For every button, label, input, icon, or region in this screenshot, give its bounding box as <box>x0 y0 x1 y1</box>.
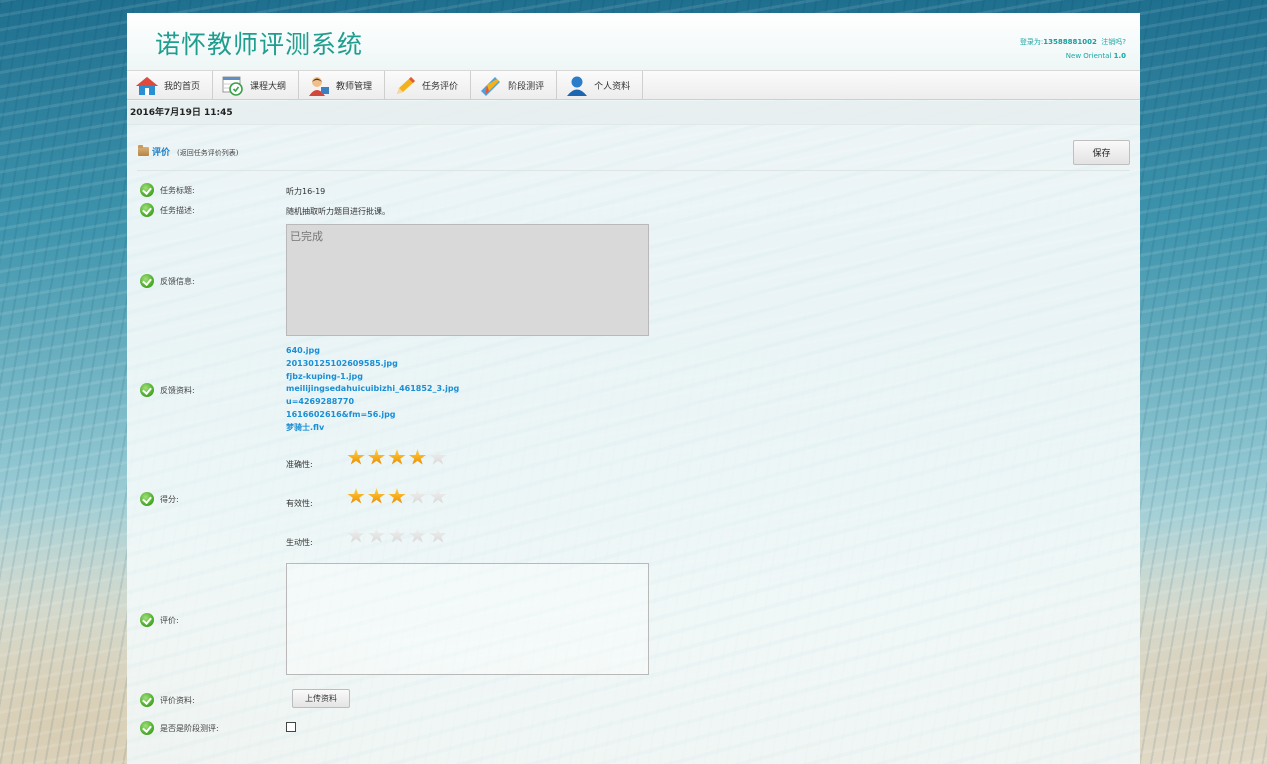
check-icon <box>140 183 154 197</box>
comment-label-row: 评价: <box>140 612 179 628</box>
folder-icon <box>138 145 149 156</box>
version: 1.0 <box>1113 52 1126 60</box>
save-button[interactable]: 保存 <box>1073 140 1130 165</box>
check-icon <box>140 203 154 217</box>
teacher-icon <box>307 75 331 97</box>
upload-button[interactable]: 上传资料 <box>292 689 350 708</box>
task-desc-value: 随机抽取听力题目进行批课。 <box>286 207 390 216</box>
score-label-row: 得分: <box>140 491 179 507</box>
file-link[interactable]: 640.jpg <box>286 345 459 358</box>
rating-vividness <box>347 527 450 544</box>
rating-label-vividness: 生动性: <box>286 538 313 547</box>
user-info: 登录为:13588881002 注销吗? New Oriental 1.0 <box>1020 35 1126 63</box>
star-icon[interactable] <box>408 449 427 465</box>
feedback-info-label-row: 反馈信息: <box>140 273 195 289</box>
rating-effectiveness <box>347 488 450 505</box>
feedback-info-textarea[interactable]: 已完成 <box>286 224 649 336</box>
rating-label-accuracy: 准确性: <box>286 460 313 469</box>
file-link[interactable]: meilijingsedahuicuibizhi_461852_3.jpg <box>286 383 459 396</box>
star-icon[interactable] <box>388 449 406 465</box>
nav-item-teachers[interactable]: 教师管理 <box>299 71 386 100</box>
comment-files-label: 评价资料: <box>160 695 195 705</box>
nav-item-profile[interactable]: 个人资料 <box>557 71 644 100</box>
is-stage-label-row: 是否是阶段测评: <box>140 720 219 736</box>
task-title-value: 听力16-19 <box>286 187 326 196</box>
file-link[interactable]: u=4269288770 <box>286 396 459 409</box>
feedback-files-label-row: 反馈资料: <box>140 382 195 398</box>
ruler-icon <box>479 75 503 97</box>
header: 诺怀教师评测系统 登录为:13588881002 注销吗? New Orient… <box>127 13 1140 70</box>
comment-files-label-row: 评价资料: <box>140 692 195 708</box>
date-bar: 2016年7月19日 11:45 <box>127 101 1140 125</box>
logout-link[interactable]: 注销吗? <box>1101 38 1126 46</box>
star-icon[interactable] <box>367 488 386 504</box>
nav-label: 课程大纲 <box>250 82 287 92</box>
star-icon[interactable] <box>347 527 365 543</box>
comment-textarea[interactable] <box>286 563 649 675</box>
star-icon[interactable] <box>408 488 427 504</box>
rating-accuracy <box>347 449 450 466</box>
home-icon <box>135 75 159 97</box>
feedback-info-label: 反馈信息: <box>160 276 195 286</box>
nav-label: 我的首页 <box>164 82 201 92</box>
check-icon <box>140 721 154 735</box>
comment-label: 评价: <box>160 615 179 625</box>
file-link[interactable]: fjbz-kuping-1.jpg <box>286 371 459 384</box>
file-link[interactable]: 20130125102609585.jpg <box>286 358 459 371</box>
pencil-icon <box>393 75 417 97</box>
login-prefix: 登录为: <box>1019 38 1044 46</box>
login-user: 13588881002 <box>1043 38 1097 46</box>
main-nav: 我的首页 课程大纲 教师管理 任务评价 阶段测评 个人资料 <box>127 70 1140 100</box>
calendar-icon <box>221 75 245 97</box>
score-label: 得分: <box>160 494 179 504</box>
nav-label: 教师管理 <box>336 82 373 92</box>
star-icon[interactable] <box>347 488 365 504</box>
star-icon[interactable] <box>367 527 386 543</box>
star-icon[interactable] <box>429 449 447 465</box>
task-desc-label-row: 任务描述: <box>140 202 195 218</box>
feedback-file-list: 640.jpg 20130125102609585.jpg fjbz-kupin… <box>286 345 459 435</box>
user-icon <box>565 75 589 97</box>
task-desc-label: 任务描述: <box>160 205 195 215</box>
check-icon <box>140 274 154 288</box>
nav-item-home[interactable]: 我的首页 <box>127 71 214 100</box>
brand-name: New Oriental <box>1065 52 1112 60</box>
nav-label: 任务评价 <box>422 82 459 92</box>
check-icon <box>140 492 154 506</box>
star-icon[interactable] <box>408 527 427 543</box>
nav-item-stage-evaluation[interactable]: 阶段测评 <box>471 71 558 100</box>
star-icon[interactable] <box>367 449 386 465</box>
task-title-label-row: 任务标题: <box>140 182 195 198</box>
section-title[interactable]: 评价 <box>152 145 170 158</box>
rating-label-effectiveness: 有效性: <box>286 499 313 508</box>
back-to-list-link[interactable]: (返回任务评价列表) <box>177 148 238 158</box>
nav-item-task-evaluation[interactable]: 任务评价 <box>385 71 472 100</box>
nav-label: 阶段测评 <box>508 82 545 92</box>
file-link[interactable]: 1616602616&fm=56.jpg <box>286 409 459 422</box>
star-icon[interactable] <box>388 488 406 504</box>
file-link[interactable]: 梦骑士.flv <box>286 422 459 435</box>
app-title: 诺怀教师评测系统 <box>155 30 364 59</box>
star-icon[interactable] <box>429 488 447 504</box>
star-icon[interactable] <box>347 449 365 465</box>
is-stage-label: 是否是阶段测评: <box>160 723 219 733</box>
check-icon <box>140 613 154 627</box>
nav-label: 个人资料 <box>594 82 631 92</box>
check-icon <box>140 383 154 397</box>
nav-item-syllabus[interactable]: 课程大纲 <box>213 71 300 100</box>
star-icon[interactable] <box>388 527 406 543</box>
star-icon[interactable] <box>429 527 447 543</box>
section-header: 评价 (返回任务评价列表) 保存 <box>137 140 1130 171</box>
feedback-files-label: 反馈资料: <box>160 385 195 395</box>
task-title-label: 任务标题: <box>160 185 195 195</box>
check-icon <box>140 693 154 707</box>
is-stage-checkbox[interactable] <box>286 722 296 732</box>
main-panel: 诺怀教师评测系统 登录为:13588881002 注销吗? New Orient… <box>127 13 1140 764</box>
